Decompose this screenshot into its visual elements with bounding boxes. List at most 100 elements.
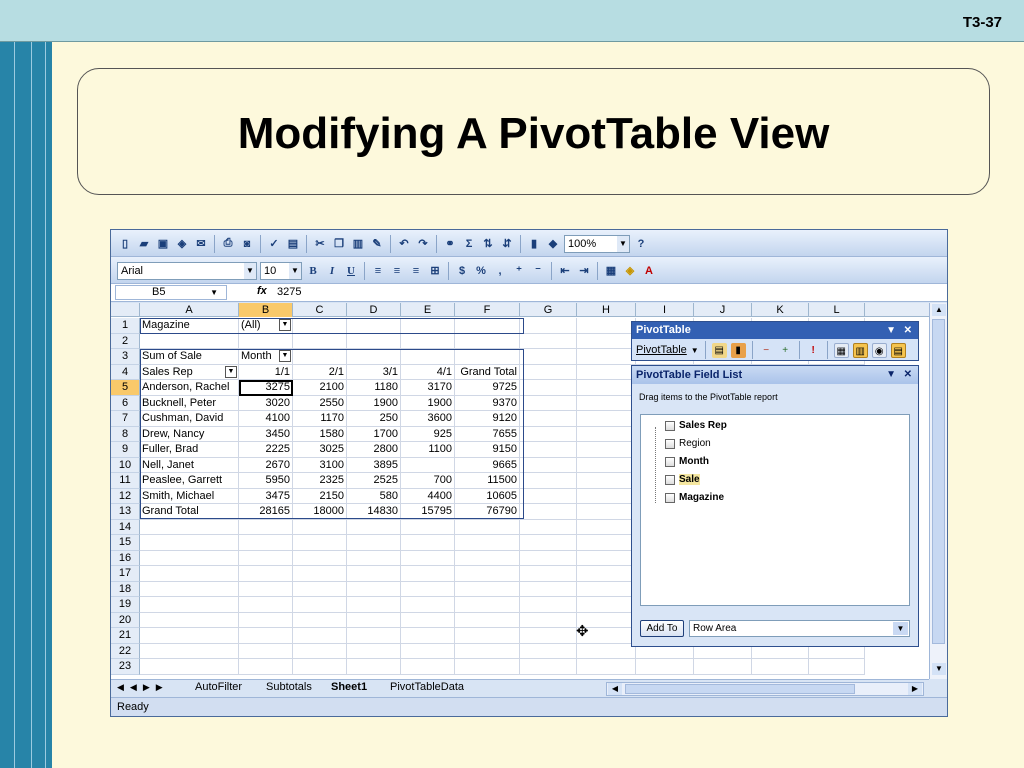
chart-wizard-icon[interactable]: ▮: [526, 236, 542, 252]
cell[interactable]: [520, 659, 577, 675]
cell[interactable]: [140, 581, 239, 597]
tab-navigation-icons[interactable]: ◀◀▶▶: [117, 682, 169, 693]
cell[interactable]: 9370: [455, 395, 520, 411]
cell[interactable]: Month ▼: [239, 349, 293, 365]
fill-color-icon[interactable]: ◈: [622, 263, 638, 279]
cell[interactable]: [455, 597, 520, 613]
column-header[interactable]: F: [455, 303, 520, 317]
cell[interactable]: [140, 597, 239, 613]
comma-icon[interactable]: ,: [492, 263, 508, 279]
row-header[interactable]: 11: [111, 473, 140, 489]
cell[interactable]: [347, 550, 401, 566]
cell[interactable]: 9725: [455, 380, 520, 396]
cell[interactable]: Peaslee, Garrett: [140, 473, 239, 489]
cell[interactable]: [401, 349, 455, 365]
cell[interactable]: [401, 318, 455, 334]
decrease-indent-icon[interactable]: ⇤: [557, 263, 573, 279]
cell[interactable]: [455, 318, 520, 334]
column-header[interactable]: J: [694, 303, 752, 317]
field-item-region[interactable]: Region: [665, 438, 711, 449]
cell[interactable]: 2/1: [293, 364, 347, 380]
always-display-items-icon[interactable]: ▥: [852, 342, 868, 358]
cell[interactable]: 4/1: [401, 364, 455, 380]
cell[interactable]: 2525: [347, 473, 401, 489]
cell[interactable]: 2550: [293, 395, 347, 411]
cell[interactable]: 1900: [347, 395, 401, 411]
cell[interactable]: [347, 628, 401, 644]
row-header[interactable]: 15: [111, 535, 140, 551]
row-header[interactable]: 19: [111, 597, 140, 613]
cell[interactable]: 925: [401, 426, 455, 442]
row-header[interactable]: 12: [111, 488, 140, 504]
open-icon[interactable]: ▰: [136, 236, 152, 252]
cell[interactable]: [577, 535, 636, 551]
field-settings-icon[interactable]: ◉: [871, 342, 887, 358]
field-list-titlebar[interactable]: PivotTable Field List ▼ ✕: [632, 366, 918, 384]
row-header[interactable]: 20: [111, 612, 140, 628]
cell[interactable]: [577, 659, 636, 675]
row-header[interactable]: 21: [111, 628, 140, 644]
cell[interactable]: [520, 597, 577, 613]
cell[interactable]: [520, 380, 577, 396]
cell[interactable]: [520, 473, 577, 489]
row-header[interactable]: 23: [111, 659, 140, 675]
cell[interactable]: [401, 643, 455, 659]
show-detail-icon[interactable]: +: [778, 343, 793, 358]
cell[interactable]: [520, 318, 577, 334]
cell[interactable]: 3025: [293, 442, 347, 458]
cell[interactable]: 1580: [293, 426, 347, 442]
row-header[interactable]: 3: [111, 349, 140, 365]
font-name-combo[interactable]: Arial ▼: [117, 261, 257, 280]
cell[interactable]: [293, 535, 347, 551]
cell[interactable]: 7655: [455, 426, 520, 442]
column-header[interactable]: E: [401, 303, 455, 317]
scroll-up-icon[interactable]: ▲: [932, 304, 946, 316]
cell[interactable]: 14830: [347, 504, 401, 520]
cell[interactable]: [239, 597, 293, 613]
field-dropdown-icon[interactable]: ▼: [279, 319, 291, 331]
cell[interactable]: [293, 659, 347, 675]
cell[interactable]: [520, 426, 577, 442]
row-header[interactable]: 18: [111, 581, 140, 597]
cell[interactable]: [520, 364, 577, 380]
include-hidden-items-icon[interactable]: ▦: [833, 342, 849, 358]
chevron-down-icon[interactable]: ▼: [691, 346, 699, 355]
cell[interactable]: [520, 628, 577, 644]
cell[interactable]: 4100: [239, 411, 293, 427]
cell[interactable]: 76790: [455, 504, 520, 520]
font-color-icon[interactable]: A: [641, 263, 657, 279]
cell[interactable]: [520, 333, 577, 349]
cell[interactable]: [401, 550, 455, 566]
cell[interactable]: [293, 519, 347, 535]
cell[interactable]: [401, 566, 455, 582]
cell[interactable]: [577, 395, 636, 411]
cell[interactable]: [577, 488, 636, 504]
pivottable-toolbar-titlebar[interactable]: PivotTable ▼ ✕: [632, 322, 918, 339]
sort-descending-icon[interactable]: ⇵: [499, 236, 515, 252]
cell[interactable]: [577, 566, 636, 582]
bold-icon[interactable]: B: [305, 263, 321, 279]
cell[interactable]: [694, 659, 752, 675]
pivottable-menu-button[interactable]: PivotTable: [636, 344, 687, 356]
cell[interactable]: [520, 535, 577, 551]
cell[interactable]: [809, 659, 865, 675]
cell[interactable]: [140, 535, 239, 551]
cell[interactable]: [347, 659, 401, 675]
cell[interactable]: 3100: [293, 457, 347, 473]
research-icon[interactable]: ▤: [285, 236, 301, 252]
column-header[interactable]: D: [347, 303, 401, 317]
cell[interactable]: Sum of Sale: [140, 349, 239, 365]
cell[interactable]: 3475: [239, 488, 293, 504]
scroll-left-icon[interactable]: ◀: [608, 683, 622, 695]
cell[interactable]: 2150: [293, 488, 347, 504]
cell[interactable]: [520, 488, 577, 504]
row-header[interactable]: 13: [111, 504, 140, 520]
cell[interactable]: [401, 581, 455, 597]
cell[interactable]: [293, 566, 347, 582]
row-header[interactable]: 4: [111, 364, 140, 380]
cell[interactable]: [577, 643, 636, 659]
save-icon[interactable]: ▣: [155, 236, 171, 252]
cell[interactable]: [239, 519, 293, 535]
row-header[interactable]: 10: [111, 457, 140, 473]
cell[interactable]: [401, 535, 455, 551]
